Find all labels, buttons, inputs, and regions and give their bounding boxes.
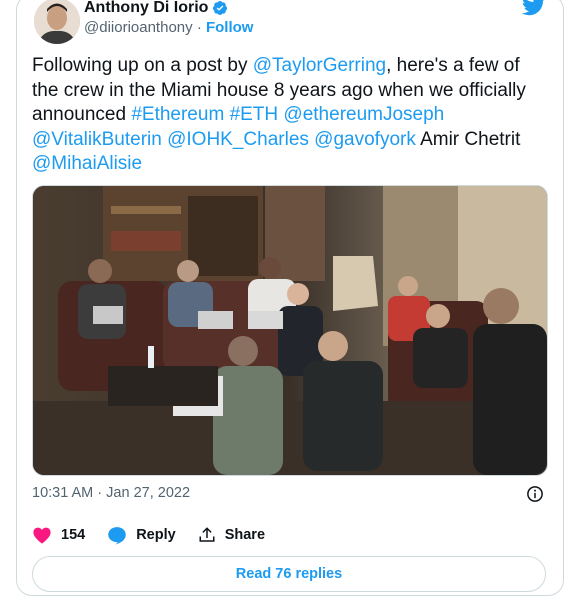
mention-link[interactable]: @gavofyork <box>314 129 416 150</box>
mention-link[interactable]: @MihaiAlisie <box>32 153 142 174</box>
tweet-date: Jan 27, 2022 <box>106 485 191 501</box>
tweet-actions: 154 Reply Share <box>32 524 546 546</box>
meta-separator: · <box>97 485 103 501</box>
mention-link[interactable]: @VitalikButerin <box>32 129 162 150</box>
reply-bubble-icon <box>108 526 126 545</box>
follow-button[interactable]: Follow <box>206 19 254 36</box>
reply-label: Reply <box>136 527 176 543</box>
tweet-text-segment: Following up on a post by <box>32 55 253 76</box>
photo-image <box>33 186 547 475</box>
verified-badge-icon <box>213 1 228 15</box>
mention-link[interactable]: @IOHK_Charles <box>167 129 309 150</box>
heart-icon <box>33 527 51 544</box>
tweet-timestamp[interactable]: 10:31 AM · Jan 27, 2022 <box>32 485 546 503</box>
reply-button[interactable]: Reply <box>107 526 176 545</box>
info-icon[interactable] <box>526 485 544 503</box>
hashtag-link[interactable]: #Ethereum <box>131 104 224 125</box>
avatar[interactable] <box>34 0 80 44</box>
share-label: Share <box>224 527 266 543</box>
hashtag-link[interactable]: #ETH <box>230 104 279 125</box>
read-replies-button[interactable]: Read 76 replies <box>32 556 546 592</box>
mention-link[interactable]: @ethereumJoseph <box>283 104 444 125</box>
tweet-time: 10:31 AM <box>32 485 94 501</box>
tweet-text-segment: Amir Chetrit <box>415 128 521 150</box>
author-handle[interactable]: @diiorioanthony <box>84 19 193 36</box>
separator-dot: · <box>196 19 202 36</box>
like-button[interactable]: 154 <box>32 526 85 544</box>
tweet-photo[interactable] <box>32 185 548 476</box>
mention-link[interactable]: @TaylorGerring <box>253 55 386 76</box>
author-handle-row: @diiorioanthony · Follow <box>84 19 253 36</box>
author-name[interactable]: Anthony Di Iorio <box>84 0 208 16</box>
twitter-bird-icon[interactable] <box>522 0 546 16</box>
share-button[interactable]: Share <box>198 526 265 544</box>
tweet-text: Following up on a post by @TaylorGerring… <box>32 54 548 177</box>
share-upload-icon <box>199 527 215 542</box>
avatar-image <box>34 0 80 44</box>
like-count: 154 <box>61 527 86 543</box>
author-name-row: Anthony Di Iorio <box>84 0 228 16</box>
